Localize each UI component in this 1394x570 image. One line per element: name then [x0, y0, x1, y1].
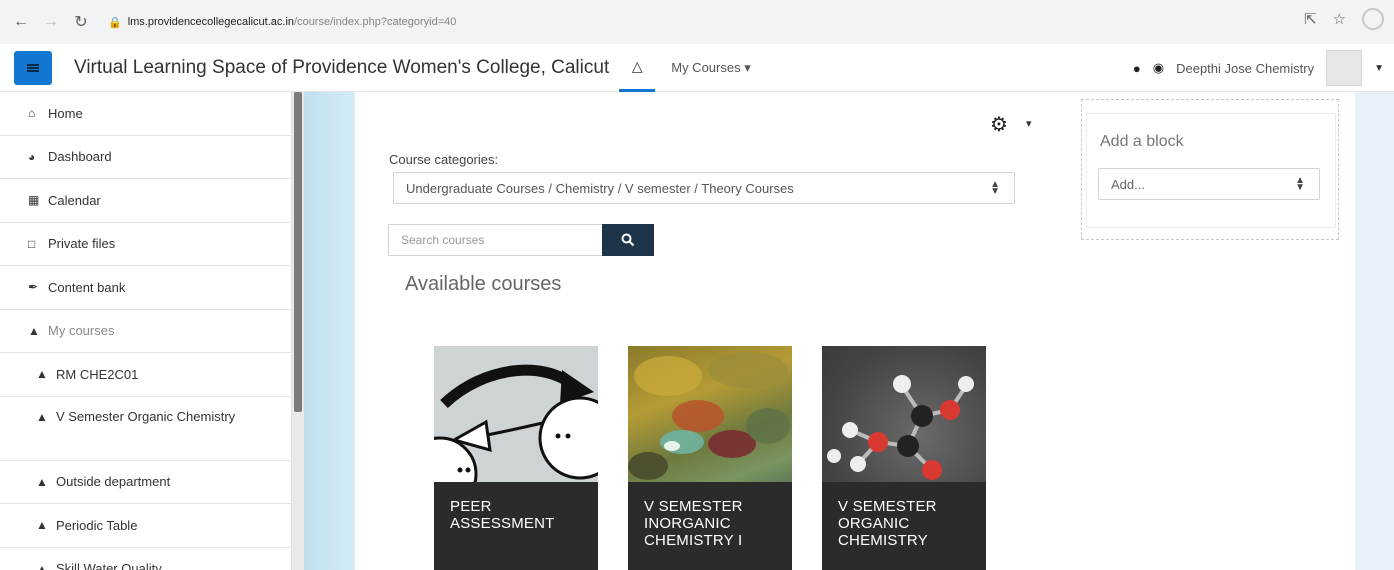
drawer-item-label: Periodic Table	[56, 517, 138, 533]
course-title-line: INORGANIC	[644, 515, 731, 532]
bookmark-star-icon[interactable]: ☆	[1333, 10, 1346, 28]
address-bar[interactable]: 🔒 lms.providencecollegecalicut.ac.in /co…	[108, 8, 1258, 36]
graduation-cap-icon: ▲	[36, 409, 48, 424]
add-block-title: Add a block	[1100, 133, 1184, 150]
graduation-cap-icon: ▲	[28, 323, 40, 338]
available-courses-title: Available courses	[405, 273, 562, 295]
minerals-image	[628, 352, 790, 480]
nav-drawer: ⌂ Home ◕ Dashboard ▦ Calendar □ Private …	[0, 92, 292, 570]
dashboard-icon: ◕	[28, 149, 36, 164]
home-icon: ⌂	[28, 106, 36, 121]
browser-toolbar: ← → ↻ 🔒 lms.providencecollegecalicut.ac.…	[0, 0, 1394, 44]
course-title-line: CHEMISTRY	[838, 532, 928, 549]
user-name[interactable]: Deepthi Jose Chemistry	[1176, 61, 1314, 76]
course-card-inorganic-chemistry[interactable]: V SEMESTER INORGANIC CHEMISTRY I	[628, 346, 792, 570]
avatar[interactable]	[1326, 50, 1363, 86]
search-icon	[621, 233, 635, 247]
graduation-cap-icon: ▲	[36, 518, 48, 533]
drawer-item-my-courses: ▲ My courses	[0, 310, 291, 353]
drawer-item-label: V Semester Organic Chemistry	[56, 408, 236, 424]
brush-icon: ✒	[28, 280, 39, 295]
course-title-line: V SEMESTER	[838, 498, 937, 515]
course-card-title: V SEMESTER ORGANIC CHEMISTRY	[822, 482, 986, 570]
file-icon: □	[28, 236, 36, 251]
course-title-line: PEER	[450, 498, 492, 515]
calendar-icon: ▦	[28, 193, 40, 208]
search-button[interactable]	[602, 224, 654, 256]
molecule-image	[827, 375, 974, 480]
drawer-item-label: Skill Water Quality	[56, 561, 162, 570]
forward-icon[interactable]: →	[38, 9, 64, 35]
site-name[interactable]: Virtual Learning Space of Providence Wom…	[74, 57, 609, 79]
hamburger-icon	[27, 63, 39, 72]
course-category-select[interactable]: Undergraduate Courses / Chemistry / V se…	[393, 172, 1015, 204]
drawer-item-course[interactable]: ▲ Outside department	[0, 461, 291, 504]
course-card-peer-assessment[interactable]: PEER ASSESSMENT	[434, 346, 598, 570]
my-courses-label: My Courses	[671, 59, 741, 75]
course-card-organic-chemistry[interactable]: V SEMESTER ORGANIC CHEMISTRY	[822, 346, 986, 570]
peer-assessment-image	[434, 364, 598, 486]
user-menu-caret-icon[interactable]: ▼	[1374, 63, 1384, 74]
reload-icon[interactable]: ↻	[68, 9, 94, 35]
back-icon[interactable]: ←	[8, 9, 34, 35]
site-navbar: Virtual Learning Space of Providence Wom…	[0, 44, 1394, 92]
my-courses-menu[interactable]: My Courses ▾	[671, 60, 751, 76]
drawer-item-private-files[interactable]: □ Private files	[0, 223, 291, 266]
caret-down-icon[interactable]: ▾	[1026, 117, 1032, 130]
gear-icon[interactable]: ⚙	[990, 112, 1008, 137]
select-arrows-icon: ▲ ▼	[1295, 175, 1305, 193]
course-title-line: ORGANIC	[838, 515, 910, 532]
drawer-item-label: RM CHE2C01	[56, 366, 139, 382]
drawer-item-course[interactable]: ▲ RM CHE2C01	[0, 353, 291, 397]
drawer-item-label: Dashboard	[48, 149, 112, 165]
course-title-line: ASSESSMENT	[450, 515, 555, 532]
select-arrows-icon: ▲ ▼	[990, 179, 1000, 197]
search-courses-input[interactable]: Search courses	[388, 224, 602, 256]
graduation-cap-icon: ▲	[36, 367, 48, 382]
drawer-item-label: Content bank	[48, 279, 126, 295]
course-title-line: CHEMISTRY I	[644, 532, 743, 549]
graduation-cap-icon: ▲	[36, 474, 48, 489]
bell-icon[interactable]: ●	[1133, 61, 1141, 76]
drawer-item-label: My courses	[48, 323, 115, 339]
drawer-item-home[interactable]: ⌂ Home	[0, 92, 291, 136]
sitemap-icon[interactable]: △	[619, 44, 656, 92]
drawer-item-course[interactable]: ▲ Periodic Table	[0, 504, 291, 548]
drawer-scrollbar-thumb[interactable]	[294, 92, 302, 412]
drawer-item-dashboard[interactable]: ◕ Dashboard	[0, 136, 291, 179]
course-card-title: V SEMESTER INORGANIC CHEMISTRY I	[628, 482, 792, 570]
drawer-item-content-bank[interactable]: ✒ Content bank	[0, 266, 291, 310]
lock-icon: 🔒	[108, 16, 122, 29]
url-path: /course/index.php?categoryid=40	[294, 16, 457, 28]
course-card-title: PEER ASSESSMENT	[434, 482, 598, 570]
caret-down-icon: ▾	[744, 59, 751, 75]
url-domain: lms.providencecollegecalicut.ac.in	[127, 16, 295, 28]
add-block-select[interactable]: Add... ▲ ▼	[1098, 168, 1320, 200]
browser-profile-icon[interactable]	[1362, 8, 1384, 30]
drawer-item-calendar[interactable]: ▦ Calendar	[0, 179, 291, 223]
share-icon[interactable]: ⇱	[1304, 10, 1317, 28]
drawer-toggle-button[interactable]	[14, 50, 52, 85]
drawer-item-course[interactable]: ▲ Skill Water Quality	[0, 548, 291, 570]
message-icon[interactable]: ◉	[1153, 60, 1164, 76]
drawer-item-label: Private files	[48, 236, 116, 252]
drawer-item-label: Home	[48, 105, 83, 121]
add-block-value: Add...	[1111, 176, 1145, 192]
drawer-item-label: Calendar	[48, 192, 101, 208]
course-categories-label: Course categories:	[389, 152, 499, 167]
drawer-item-course[interactable]: ▲ V Semester Organic Chemistry	[0, 397, 291, 461]
course-title-line: V SEMESTER	[644, 498, 743, 515]
graduation-cap-icon: ▲	[36, 561, 48, 570]
course-category-value: Undergraduate Courses / Chemistry / V se…	[406, 180, 794, 196]
drawer-item-label: Outside department	[56, 474, 171, 490]
